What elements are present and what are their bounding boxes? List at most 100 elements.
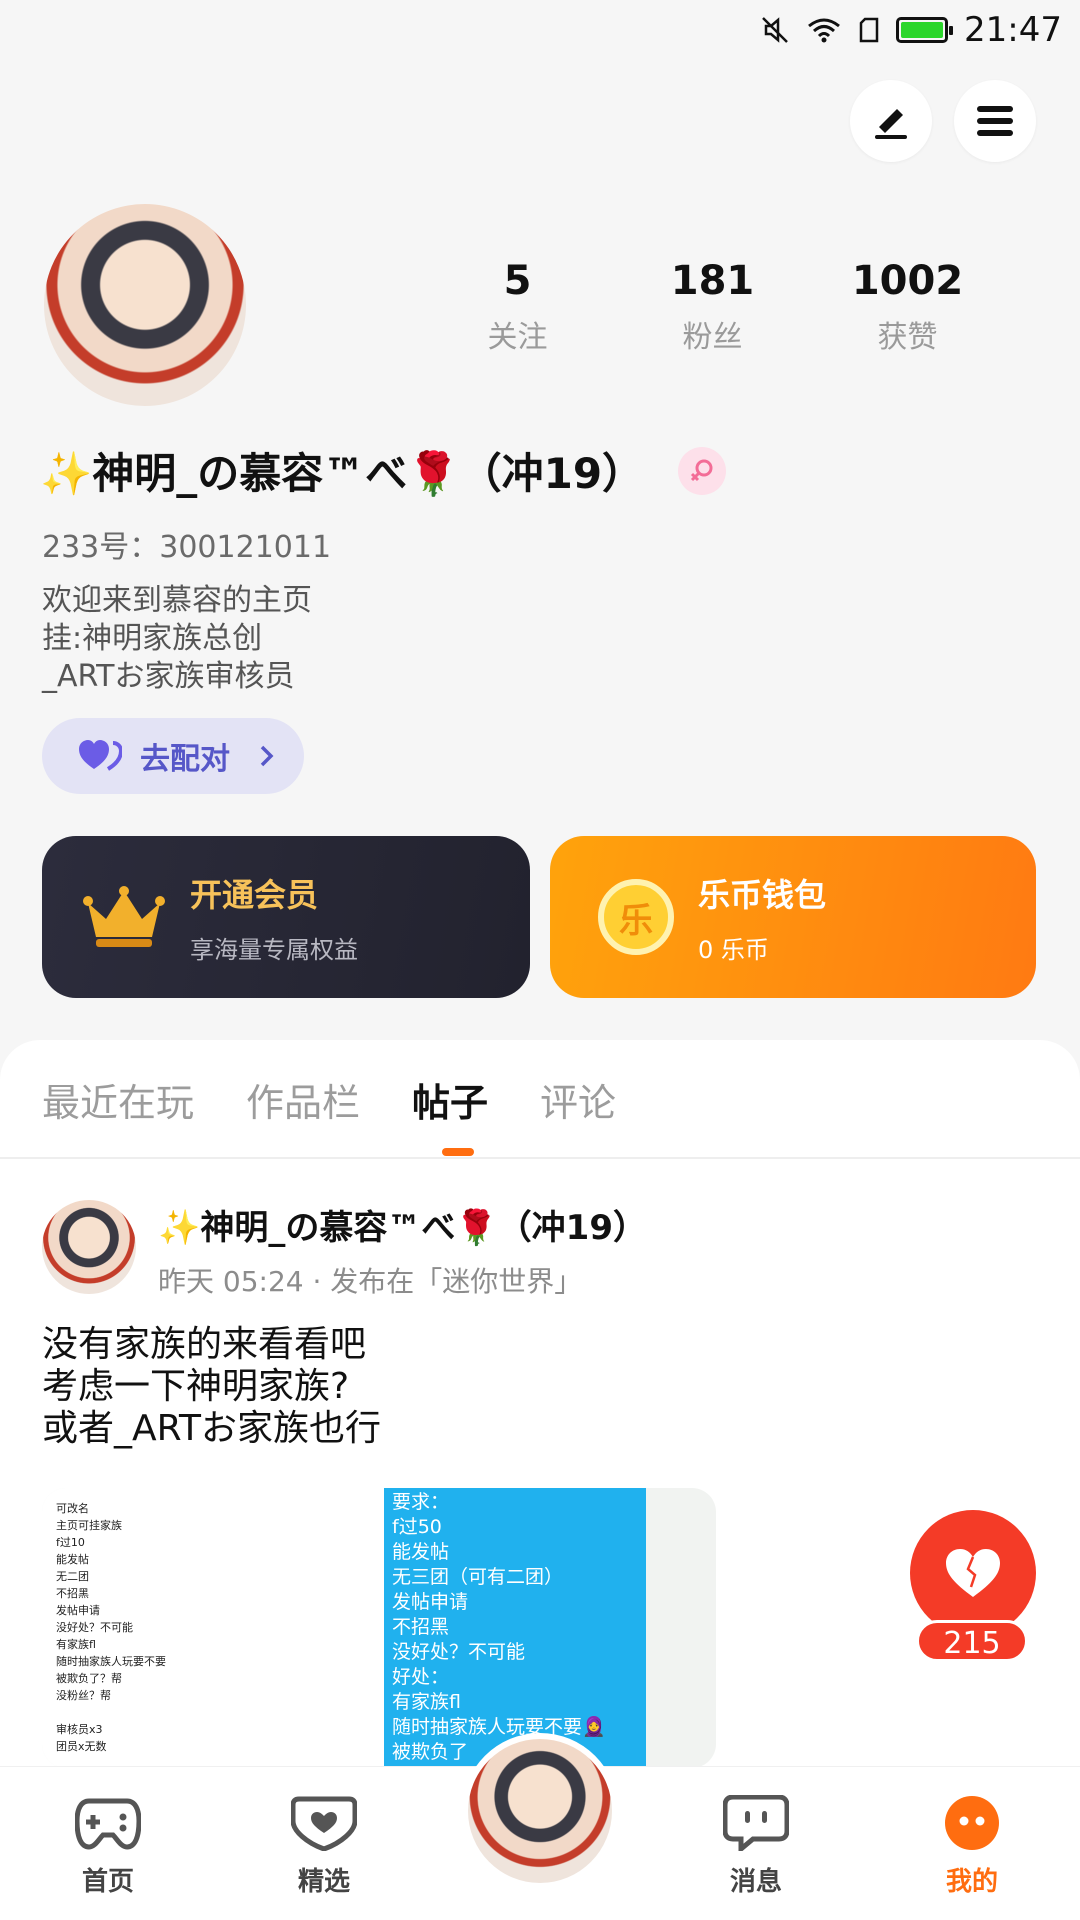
- status-icons: 21:47: [760, 10, 1062, 50]
- image-text-line: 团员x无数: [56, 1740, 107, 1753]
- wallet-title: 乐币钱包: [698, 875, 827, 914]
- divider: [0, 1157, 1080, 1159]
- tab-indicator: [442, 1148, 474, 1156]
- image-text-line: 好处：: [392, 1666, 450, 1688]
- stat-value: 1002: [851, 258, 964, 304]
- heart-icon: [290, 1796, 358, 1852]
- post-meta: 昨天 05:24 · 发布在「迷你世界」: [158, 1265, 583, 1298]
- wallet-balance: 0 乐币: [698, 935, 769, 964]
- nav-label: 首页: [81, 1867, 134, 1897]
- user-id: 233号：300121011: [42, 530, 332, 565]
- post-image[interactable]: 可改名 主页可挂家族 f过10 能发帖 无二团 不招黑 发帖申请 没好处？不可能 有家族fl 随时…: [42, 1488, 716, 1768]
- nav-label: 我的: [945, 1867, 998, 1897]
- center-avatar: [468, 1739, 612, 1883]
- match-label: 去配对: [140, 742, 230, 777]
- image-text-line: 无三团（可有二团）: [392, 1566, 564, 1588]
- gamepad-icon: [74, 1798, 142, 1850]
- image-text-line: 主页可挂家族: [56, 1519, 122, 1532]
- stat-value: 5: [503, 258, 532, 304]
- like-count: 215: [916, 1620, 1028, 1662]
- center-avatar-button[interactable]: [462, 1733, 618, 1889]
- tab-recently-played[interactable]: 最近在玩: [42, 1072, 194, 1127]
- post-text-line: 或者_ARTお家族也行: [42, 1408, 382, 1449]
- tab-works[interactable]: 作品栏: [246, 1072, 360, 1127]
- chat-icon: [722, 1794, 790, 1855]
- nav-messages[interactable]: 消息: [686, 1794, 826, 1898]
- edit-icon: [875, 109, 907, 139]
- image-text-line: 发帖申请: [392, 1591, 469, 1613]
- image-text-line: 有家族fl: [56, 1638, 96, 1651]
- status-bar: 21:47: [0, 0, 1080, 60]
- stat-label: 关注: [487, 320, 548, 355]
- bio: 欢迎来到慕容的主页 挂:神明家族总创 _ARTお家族审核员: [42, 582, 312, 696]
- image-text-line: 没好处？不可能: [392, 1641, 526, 1663]
- image-left-panel: 可改名 主页可挂家族 f过10 能发帖 无二团 不招黑 发帖申请 没好处？不可能 有家族fl 随时…: [42, 1488, 384, 1768]
- image-text-line: 有家族fl: [392, 1691, 461, 1713]
- profile-icon: [945, 1796, 999, 1850]
- stat-following[interactable]: 5 关注: [420, 258, 615, 356]
- image-text-line: 不招黑: [56, 1587, 89, 1600]
- tab-comments[interactable]: 评论: [540, 1072, 616, 1127]
- post-author[interactable]: ✨神明_の慕容™べ🌹（冲19）: [158, 1200, 647, 1249]
- image-text-line: 随时抽家族人玩要不要: [56, 1655, 166, 1668]
- vip-title: 开通会员: [190, 875, 319, 914]
- nav-featured[interactable]: 精选: [254, 1795, 394, 1898]
- nav-profile[interactable]: 我的: [902, 1795, 1042, 1898]
- post-text-line: 没有家族的来看看吧: [42, 1324, 367, 1365]
- profile-stats: 5 关注 181 粉丝 1002 获赞: [420, 258, 1020, 356]
- stat-likes[interactable]: 1002 获赞: [810, 258, 1005, 356]
- menu-icon: [977, 106, 1013, 136]
- edit-button[interactable]: [850, 80, 932, 162]
- image-text-line: [56, 1704, 370, 1721]
- battery-level: [901, 22, 944, 38]
- post-text[interactable]: 没有家族的来看看吧 考虑一下神明家族? 或者_ARTお家族也行: [42, 1324, 381, 1450]
- image-text-line: 能发帖: [392, 1541, 450, 1563]
- coin-glyph: 乐: [619, 900, 653, 941]
- image-text-line: 无二团: [56, 1570, 89, 1583]
- chevron-right-icon: [260, 745, 274, 767]
- status-time: 21:47: [964, 10, 1062, 50]
- bottom-nav: 首页 精选 消息 我的: [0, 1733, 1080, 1920]
- stat-followers[interactable]: 181 粉丝: [615, 258, 810, 356]
- sim-icon: [859, 17, 879, 43]
- bio-line: 欢迎来到慕容的主页: [42, 583, 312, 618]
- nickname-row: ✨神明_の慕容™べ🌹（冲19）: [40, 440, 727, 501]
- battery-icon: [896, 17, 954, 43]
- heart-icon: [946, 1549, 1000, 1597]
- image-text-line: 审核员x3: [56, 1723, 103, 1736]
- tab-posts[interactable]: 帖子: [412, 1072, 488, 1127]
- image-text-line: f过50: [392, 1516, 442, 1538]
- image-text-line: 没粉丝？帮: [56, 1689, 111, 1702]
- post-author-avatar[interactable]: [42, 1200, 136, 1294]
- vip-subtitle: 享海量专属权益: [190, 935, 358, 964]
- bio-line: _ARTお家族审核员: [42, 659, 295, 694]
- image-text-line: f过10: [56, 1536, 85, 1549]
- nickname: ✨神明_の慕容™べ🌹（冲19）: [40, 449, 645, 498]
- profile-avatar[interactable]: [44, 204, 246, 406]
- profile-tabs: 最近在玩 作品栏 帖子 评论: [42, 1072, 616, 1127]
- like-button[interactable]: [910, 1510, 1036, 1636]
- image-text-line: 能发帖: [56, 1553, 89, 1566]
- wallet-card[interactable]: 乐 乐币钱包 0 乐币: [550, 836, 1036, 998]
- double-heart-icon: [79, 740, 122, 771]
- stat-label: 粉丝: [682, 320, 743, 355]
- nav-label: 精选: [297, 1867, 350, 1897]
- menu-button[interactable]: [954, 80, 1036, 162]
- image-text-line: 没好处？不可能: [56, 1621, 133, 1634]
- image-text-line: 要求：: [392, 1491, 450, 1513]
- coin-icon: 乐: [598, 879, 674, 955]
- wifi-icon: [808, 18, 840, 43]
- image-text-line: 发帖申请: [56, 1604, 100, 1617]
- female-gender-icon: [678, 446, 727, 495]
- match-button[interactable]: 去配对: [42, 718, 304, 794]
- vip-card[interactable]: 开通会员 享海量专属权益: [42, 836, 530, 998]
- image-text-line: 被欺负了？帮: [56, 1672, 122, 1685]
- post-text-line: 考虑一下神明家族?: [42, 1366, 350, 1407]
- nav-home[interactable]: 首页: [38, 1795, 178, 1898]
- bio-line: 挂:神明家族总创: [42, 621, 263, 656]
- image-mid-panel: 要求： f过50 能发帖无三团（可有二团） 发帖申请不招黑没好处？不可能 好处： 有家族f…: [384, 1488, 646, 1768]
- crown-icon: [83, 886, 165, 947]
- nav-label: 消息: [729, 1867, 782, 1897]
- image-text-line: 不招黑: [392, 1616, 450, 1638]
- stat-label: 获赞: [877, 320, 938, 355]
